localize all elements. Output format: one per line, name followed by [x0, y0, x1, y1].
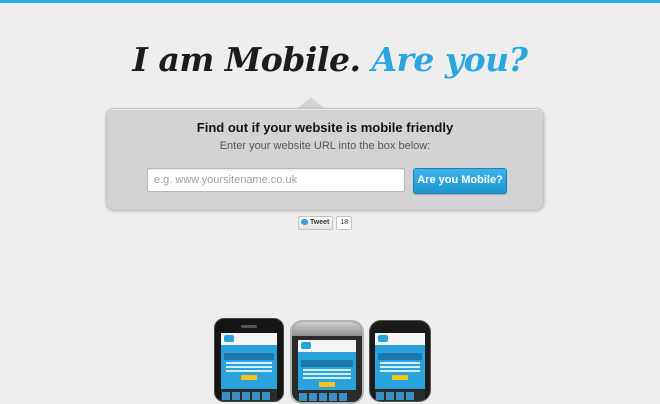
tweet-count: 18: [336, 216, 353, 230]
phone-screen: [221, 333, 277, 401]
page-headline: I am Mobile. Are you?: [0, 40, 660, 79]
blackberry-icon: [290, 320, 364, 404]
iphone-icon: [214, 318, 284, 402]
phone-screen: [375, 333, 425, 401]
top-accent-bar: [0, 0, 660, 3]
samsung-icon: [369, 320, 431, 402]
twitter-bird-icon: [301, 219, 308, 226]
phone-screen: [298, 340, 356, 402]
are-you-mobile-button[interactable]: Are you Mobile?: [413, 168, 507, 194]
tweet-button[interactable]: Tweet: [298, 216, 334, 230]
headline-main: I am Mobile.: [132, 40, 361, 79]
tweet-widget: Tweet 18: [298, 216, 353, 230]
url-check-panel: Find out if your website is mobile frien…: [106, 108, 544, 210]
url-input[interactable]: [147, 168, 405, 192]
panel-title: Find out if your website is mobile frien…: [196, 120, 454, 135]
headline-accent: Are you?: [371, 40, 528, 79]
tweet-label: Tweet: [310, 219, 330, 226]
panel-subtitle: Enter your website URL into the box belo…: [219, 140, 431, 152]
